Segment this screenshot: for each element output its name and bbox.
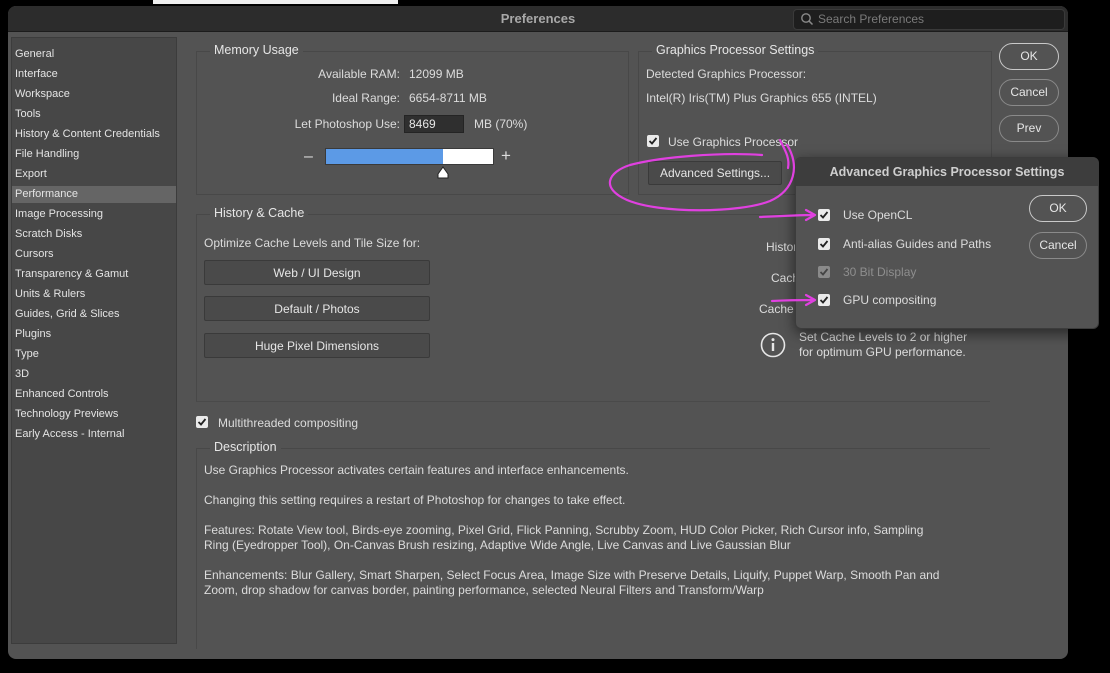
search-input[interactable] [818, 11, 1054, 27]
sidebar-item-early-access-internal[interactable]: Early Access - Internal [12, 426, 176, 443]
sidebar-item-tools[interactable]: Tools [12, 106, 176, 123]
sidebar-item-image-processing[interactable]: Image Processing [12, 206, 176, 223]
sidebar-item-export[interactable]: Export [12, 166, 176, 183]
sidebar-item-cursors[interactable]: Cursors [12, 246, 176, 263]
use-gpu-label: Use Graphics Processor [668, 135, 799, 149]
30-bit-display-checkbox [818, 266, 830, 278]
description-title: Description [210, 440, 281, 454]
description-enhancements-line-1: Enhancements: Blur Gallery, Smart Sharpe… [204, 568, 940, 582]
ram-slider[interactable] [325, 148, 494, 165]
default-photos-button[interactable]: Default / Photos [204, 296, 430, 321]
sidebar-item-enhanced-controls[interactable]: Enhanced Controls [12, 386, 176, 403]
sidebar-item-performance[interactable]: Performance [12, 186, 176, 203]
sidebar-item-transparency-gamut[interactable]: Transparency & Gamut [12, 266, 176, 283]
anti-alias-guides-label: Anti-alias Guides and Paths [843, 237, 992, 251]
ram-amount-input[interactable] [404, 115, 464, 133]
advanced-settings-button[interactable]: Advanced Settings... [648, 161, 782, 185]
sidebar-item-technology-previews[interactable]: Technology Previews [12, 406, 176, 423]
use-opencl-label: Use OpenCL [843, 208, 913, 222]
search-box[interactable] [793, 9, 1065, 30]
decrease-ram-button[interactable]: – [304, 148, 313, 166]
prev-button[interactable]: Prev [999, 115, 1059, 142]
use-opencl-checkbox[interactable] [818, 209, 830, 221]
optimize-cache-label: Optimize Cache Levels and Tile Size for: [204, 236, 421, 250]
description-features-line-2: Ring (Eyedropper Tool), On-Canvas Brush … [204, 538, 791, 552]
detected-gpu-label: Detected Graphics Processor: [646, 67, 807, 81]
ideal-range-label: Ideal Range: [331, 91, 400, 105]
30-bit-display-label: 30 Bit Display [843, 265, 917, 279]
sidebar-item-units-rulers[interactable]: Units & Rulers [12, 286, 176, 303]
history-cache-title: History & Cache [210, 206, 309, 220]
sidebar-item-interface[interactable]: Interface [12, 66, 176, 83]
title-bar: Preferences [8, 6, 1068, 32]
gpu-settings-title: Graphics Processor Settings [652, 43, 819, 57]
ideal-range-value: 6654-8711 MB [409, 91, 487, 105]
cancel-button[interactable]: Cancel [999, 79, 1059, 106]
huge-pixel-dimensions-button[interactable]: Huge Pixel Dimensions [204, 333, 430, 358]
use-gpu-checkbox[interactable] [647, 135, 659, 147]
ram-slider-fill [326, 149, 443, 164]
web-ui-design-button[interactable]: Web / UI Design [204, 260, 430, 285]
info-icon [760, 332, 786, 358]
description-paragraph-1: Use Graphics Processor activates certain… [204, 463, 629, 477]
advanced-gpu-settings-title: Advanced Graphics Processor Settings [796, 158, 1098, 186]
let-photoshop-use-label: Let Photoshop Use: [294, 117, 400, 131]
anti-alias-guides-checkbox[interactable] [818, 238, 830, 250]
cache-info-text-2: for optimum GPU performance. [799, 345, 966, 359]
background-app-strip [153, 0, 398, 4]
gpu-compositing-label: GPU compositing [843, 293, 937, 307]
popup-cancel-button[interactable]: Cancel [1029, 232, 1087, 259]
sidebar-item-file-handling[interactable]: File Handling [12, 146, 176, 163]
ram-percent-label: MB (70%) [474, 117, 528, 131]
cache-info-text-1: Set Cache Levels to 2 or higher [799, 330, 968, 344]
sidebar-item-type[interactable]: Type [12, 346, 176, 363]
ram-slider-thumb[interactable] [436, 166, 450, 180]
cache-tile-size-label: Cache [759, 302, 794, 316]
description-enhancements-line-2: Zoom, drop shadow for canvas border, pai… [204, 583, 764, 597]
advanced-gpu-settings-popup: Advanced Graphics Processor Settings Use… [795, 157, 1099, 329]
description-paragraph-2: Changing this setting requires a restart… [204, 493, 626, 507]
available-ram-value: 12099 MB [409, 67, 464, 81]
detected-gpu-value: Intel(R) Iris(TM) Plus Graphics 655 (INT… [646, 91, 877, 105]
sidebar-item-3d[interactable]: 3D [12, 366, 176, 383]
memory-usage-title: Memory Usage [210, 43, 303, 57]
popup-ok-button[interactable]: OK [1029, 195, 1087, 222]
sidebar-item-workspace[interactable]: Workspace [12, 86, 176, 103]
preferences-sidebar: General Interface Workspace Tools Histor… [11, 37, 177, 644]
available-ram-label: Available RAM: [318, 67, 400, 81]
description-features-line-1: Features: Rotate View tool, Birds-eye zo… [204, 523, 924, 537]
sidebar-item-general[interactable]: General [12, 46, 176, 63]
multithreaded-compositing-checkbox[interactable] [196, 416, 208, 428]
multithreaded-compositing-label: Multithreaded compositing [218, 416, 359, 430]
gpu-compositing-checkbox[interactable] [818, 294, 830, 306]
ok-button[interactable]: OK [999, 43, 1059, 70]
sidebar-item-guides-grid-slices[interactable]: Guides, Grid & Slices [12, 306, 176, 323]
sidebar-item-scratch-disks[interactable]: Scratch Disks [12, 226, 176, 243]
history-states-label: Histor [766, 240, 798, 254]
increase-ram-button[interactable]: + [501, 146, 511, 166]
sidebar-item-plugins[interactable]: Plugins [12, 326, 176, 343]
sidebar-item-history-content-credentials[interactable]: History & Content Credentials [12, 126, 176, 143]
search-icon [800, 12, 814, 26]
